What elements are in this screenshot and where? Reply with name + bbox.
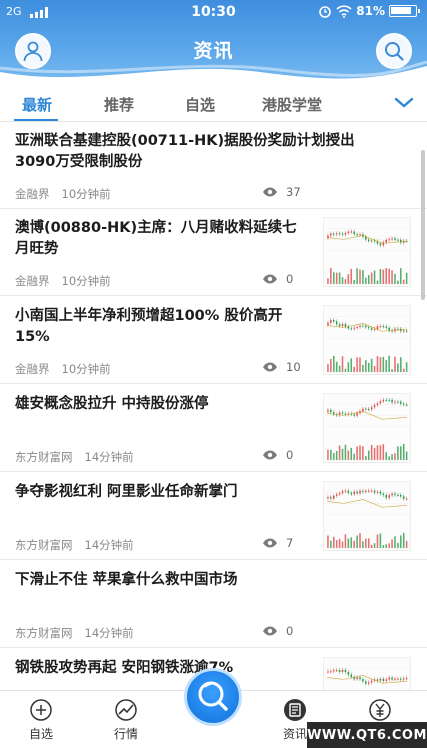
nav-trade[interactable] [350, 697, 410, 723]
news-meta: 金融界 10分钟前 [15, 361, 111, 377]
news-source: 金融界 [15, 274, 50, 288]
news-item[interactable]: 争夺影视红利 阿里影业任命新掌门 东方财富网 14分钟前 7 [0, 473, 427, 560]
view-count: 10 [262, 360, 301, 374]
headline-line-1: 澳博(00880-HK)主席：八月赌收料延续七 [15, 220, 297, 236]
headline-line-1: 争夺影视红利 阿里影业任命新掌门 [15, 484, 238, 500]
view-count-value: 37 [286, 185, 301, 199]
news-meta: 东方财富网 14分钟前 [15, 537, 134, 553]
news-time: 10分钟前 [61, 274, 111, 288]
news-list[interactable]: 亚洲联合基建控股(00711-HK)据股份奖励计划授出 3090万受限制股份 金融界… [0, 122, 427, 690]
search-center-icon [198, 681, 228, 711]
headline-line-2: 3090万受限制股份 [15, 154, 143, 170]
headline-line-2: 月旺势 [15, 241, 59, 257]
battery-percent: 81% [356, 4, 385, 18]
plus-circle-icon [30, 699, 52, 721]
news-time: 10分钟前 [61, 362, 111, 376]
nav-market[interactable]: 行情 [96, 697, 156, 742]
news-headline: 争夺影视红利 阿里影业任命新掌门 [15, 482, 315, 503]
stock-chart-thumbnail [323, 657, 411, 690]
view-count: 0 [262, 624, 293, 638]
stock-chart-thumbnail [323, 217, 411, 287]
battery-icon [389, 5, 420, 17]
stock-chart-thumbnail [323, 305, 411, 375]
news-time: 10分钟前 [61, 187, 111, 201]
news-source: 东方财富网 [15, 538, 73, 552]
news-source: 金融界 [15, 187, 50, 201]
news-meta: 金融界 10分钟前 [15, 186, 111, 202]
status-bar: 2G 10:30 81% [0, 0, 427, 24]
view-count: 7 [262, 536, 293, 550]
news-item[interactable]: 雄安概念股拉升 中持股份涨停 东方财富网 14分钟前 0 [0, 385, 427, 472]
news-source: 东方财富网 [15, 450, 73, 464]
view-count: 0 [262, 272, 293, 286]
view-count-value: 0 [286, 624, 294, 638]
news-source: 东方财富网 [15, 626, 73, 640]
tab-watchlist[interactable]: 自选 [185, 94, 215, 115]
news-headline: 钢铁股攻势再起 安阳钢铁涨逾7% [15, 658, 315, 679]
news-item[interactable]: 下滑止不住 苹果拿什么救中国市场 东方财富网 14分钟前 0 [0, 561, 427, 648]
page-title: 资讯 [193, 40, 234, 62]
view-count: 37 [262, 185, 301, 199]
nav-watchlist[interactable]: 自选 [11, 697, 71, 742]
news-icon [284, 699, 306, 721]
eye-icon [263, 187, 277, 197]
news-headline: 雄安概念股拉升 中持股份涨停 [15, 394, 315, 415]
eye-icon [263, 626, 277, 636]
app-screen: 2G 10:30 81% 资讯 最新 推荐 自选 港股学堂 亚洲联合基建控股(0… [0, 0, 427, 748]
news-meta: 金融界 10分钟前 [15, 273, 111, 289]
view-count-value: 0 [286, 272, 294, 286]
status-right: 81% [318, 4, 420, 18]
headline-line-1: 亚洲联合基建控股(00711-HK)据股份奖励计划授出 [15, 133, 355, 149]
headline-line-1: 雄安概念股拉升 中持股份涨停 [15, 396, 209, 412]
stock-chart-thumbnail [323, 393, 411, 463]
header-bar: 2G 10:30 81% 资讯 [0, 0, 427, 86]
news-time: 14分钟前 [84, 626, 134, 640]
wifi-icon [336, 4, 352, 18]
tab-hk-academy[interactable]: 港股学堂 [262, 94, 322, 115]
nav-market-label: 行情 [113, 727, 138, 741]
news-headline: 亚洲联合基建控股(00711-HK)据股份奖励计划授出 3090万受限制股份 [15, 131, 410, 173]
eye-icon [263, 274, 277, 284]
news-meta: 东方财富网 14分钟前 [15, 625, 134, 641]
stock-chart-thumbnail [323, 481, 411, 551]
chevron-down-icon[interactable] [393, 92, 415, 112]
headline-line-1: 下滑止不住 苹果拿什么救中国市场 [15, 572, 238, 588]
eye-icon [263, 450, 277, 460]
headline-line-2: 15% [15, 329, 50, 345]
search-icon [385, 42, 404, 61]
eye-icon [263, 362, 277, 372]
site-watermark: WWW.QT6.COM [307, 722, 427, 748]
news-meta: 东方财富网 14分钟前 [15, 449, 134, 465]
news-source: 金融界 [15, 362, 50, 376]
alarm-icon [319, 6, 332, 18]
scrollbar[interactable] [421, 150, 425, 300]
headline-line-1: 钢铁股攻势再起 安阳钢铁涨逾7% [15, 660, 234, 676]
category-tabs: 最新 推荐 自选 港股学堂 [0, 86, 427, 122]
news-item[interactable]: 澳博(00880-HK)主席：八月赌收料延续七 月旺势金融界 10分钟前 0 [0, 209, 427, 296]
news-headline: 澳博(00880-HK)主席：八月赌收料延续七 月旺势 [15, 218, 315, 260]
center-search-button[interactable] [184, 668, 242, 726]
news-headline: 下滑止不住 苹果拿什么救中国市场 [15, 570, 410, 591]
tab-latest[interactable]: 最新 [22, 94, 52, 115]
view-count-value: 10 [286, 360, 301, 374]
news-item[interactable]: 亚洲联合基建控股(00711-HK)据股份奖励计划授出 3090万受限制股份 金融界… [0, 122, 427, 209]
nav-watchlist-label: 自选 [28, 727, 53, 741]
search-button[interactable] [376, 33, 412, 69]
eye-icon [263, 538, 277, 548]
news-headline: 小南国上半年净利预增超100% 股价高开 15% [15, 306, 315, 348]
view-count-value: 7 [286, 536, 294, 550]
view-count-value: 0 [286, 448, 294, 462]
yen-icon [369, 699, 391, 721]
news-time: 14分钟前 [84, 450, 134, 464]
trend-icon [115, 699, 137, 721]
headline-line-1: 小南国上半年净利预增超100% 股价高开 [15, 308, 283, 324]
view-count: 0 [262, 448, 293, 462]
tab-recommended[interactable]: 推荐 [104, 94, 134, 115]
news-item[interactable]: 小南国上半年净利预增超100% 股价高开 15% 金融界 10分钟前 10 [0, 297, 427, 384]
news-time: 14分钟前 [84, 538, 134, 552]
